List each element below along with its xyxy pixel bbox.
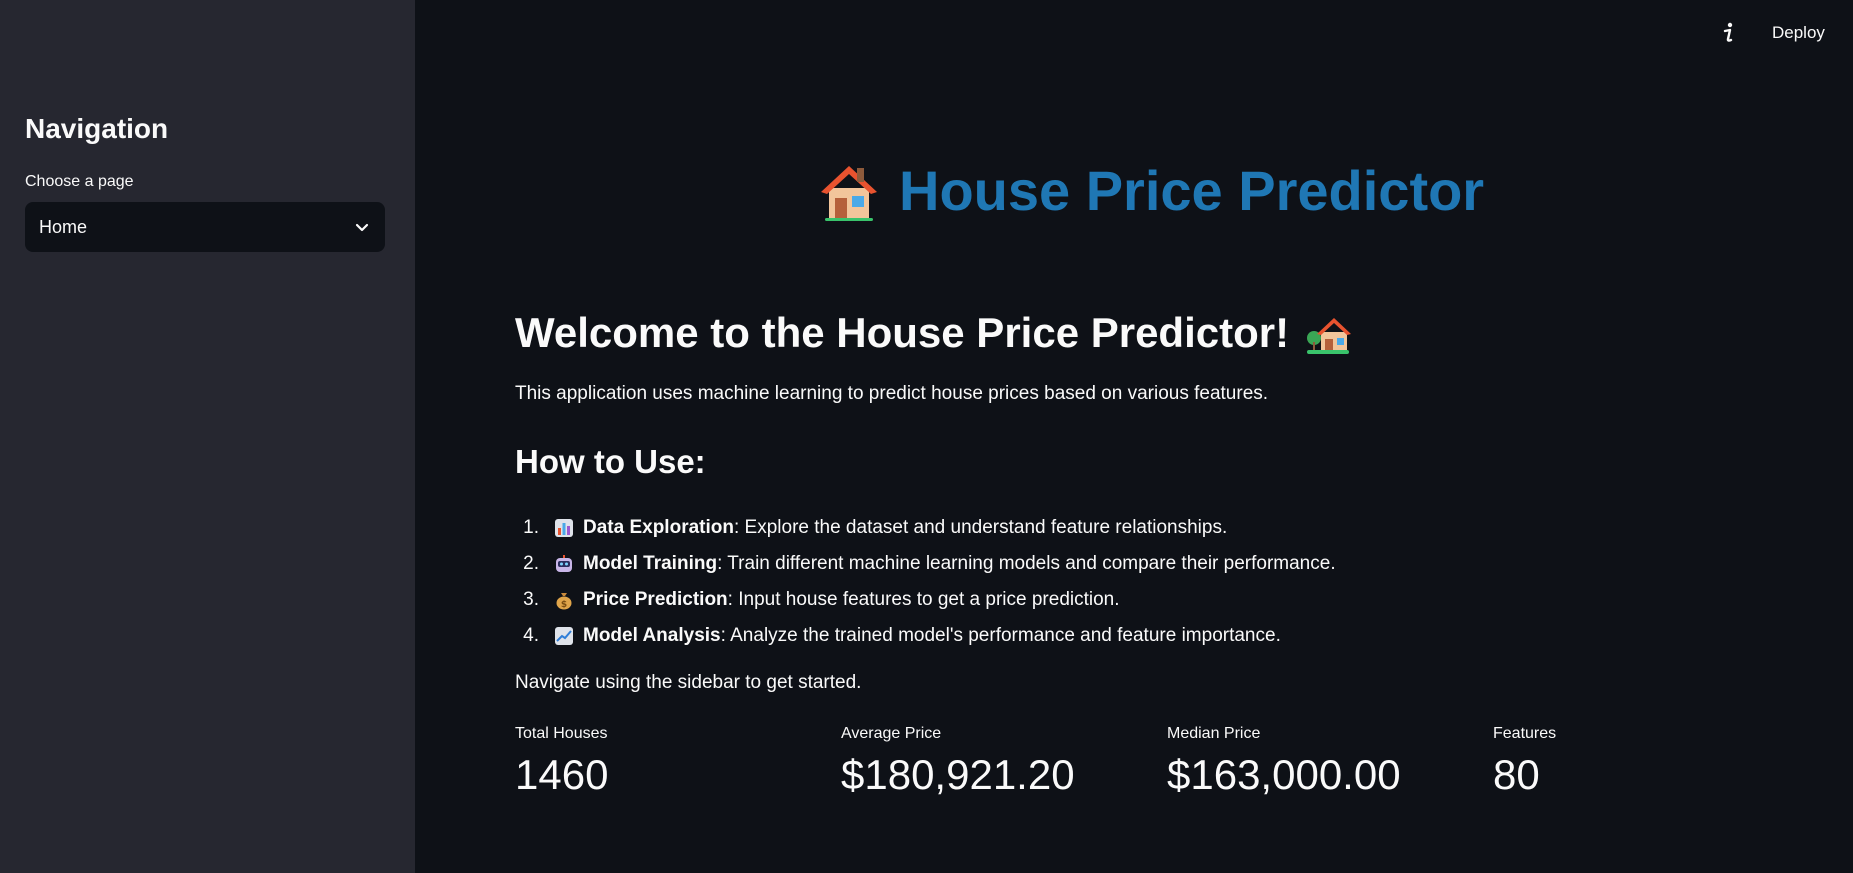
page-select-value: Home [39,216,88,237]
how-to-use-heading: How to Use: [515,443,706,480]
list-item: 1. Data Exploration : Explore the datase… [515,510,1336,546]
metric-label: Median Price [1167,725,1261,742]
list-item: 2. Model Training : Train different mach… [515,546,1336,582]
welcome-heading-text: Welcome to the House Price Predictor! [515,309,1290,356]
info-icon[interactable] [1718,20,1740,46]
metric-average-price: Average Price $180,921.20 [841,722,1075,804]
intro-text: This application uses machine learning t… [515,383,1269,404]
svg-text:$: $ [561,600,567,610]
metric-value: $180,921.20 [841,751,1075,798]
step-text: : Train different machine learning model… [717,553,1336,574]
sidebar-title: Navigation [25,113,169,144]
metric-features: Features 80 [1493,722,1556,804]
metric-total-houses: Total Houses 1460 [515,722,608,804]
page-select[interactable]: Home [25,202,385,252]
steps-list: 1. Data Exploration : Explore the datase… [515,510,1336,654]
step-number: 3. [523,589,539,610]
bar-chart-icon [553,517,575,539]
step-number: 2. [523,553,539,574]
sidebar: Navigation Choose a page Home [0,0,415,873]
money-bag-icon: $ [553,589,575,611]
metric-label: Features [1493,725,1557,742]
step-number: 4. [523,625,539,646]
metric-label: Average Price [841,725,942,742]
deploy-button[interactable]: Deploy [1762,18,1835,48]
house-icon [815,158,879,222]
metric-median-price: Median Price $163,000.00 [1167,722,1401,804]
step-text: : Input house features to get a price pr… [727,589,1120,610]
metric-value: 80 [1493,751,1540,798]
robot-icon [553,553,575,575]
page-title: House Price Predictor [815,155,1484,225]
page-title-text: House Price Predictor [899,158,1485,222]
step-title: Price Prediction [583,589,728,610]
list-item: 3. $ Price Prediction : Input house feat… [515,582,1336,618]
step-text: : Analyze the trained model's performanc… [720,625,1281,646]
step-number: 1. [523,517,539,538]
metric-value: 1460 [515,751,609,798]
line-chart-icon [553,625,575,647]
house-garden-icon [1305,310,1352,356]
app: Navigation Choose a page Home Deploy Hou… [0,0,1853,873]
step-title: Model Training [583,553,718,574]
list-item: 4. Model Analysis : Analyze the trained … [515,618,1336,654]
step-title: Data Exploration [583,517,734,538]
page-select-label: Choose a page [25,173,134,190]
metric-value: $163,000.00 [1167,751,1401,798]
chevron-down-icon [353,218,371,236]
metric-label: Total Houses [515,725,608,742]
welcome-heading: Welcome to the House Price Predictor! [515,308,1352,358]
step-title: Model Analysis [583,625,721,646]
step-text: : Explore the dataset and understand fea… [733,517,1228,538]
navigate-text: Navigate using the sidebar to get starte… [515,672,862,693]
